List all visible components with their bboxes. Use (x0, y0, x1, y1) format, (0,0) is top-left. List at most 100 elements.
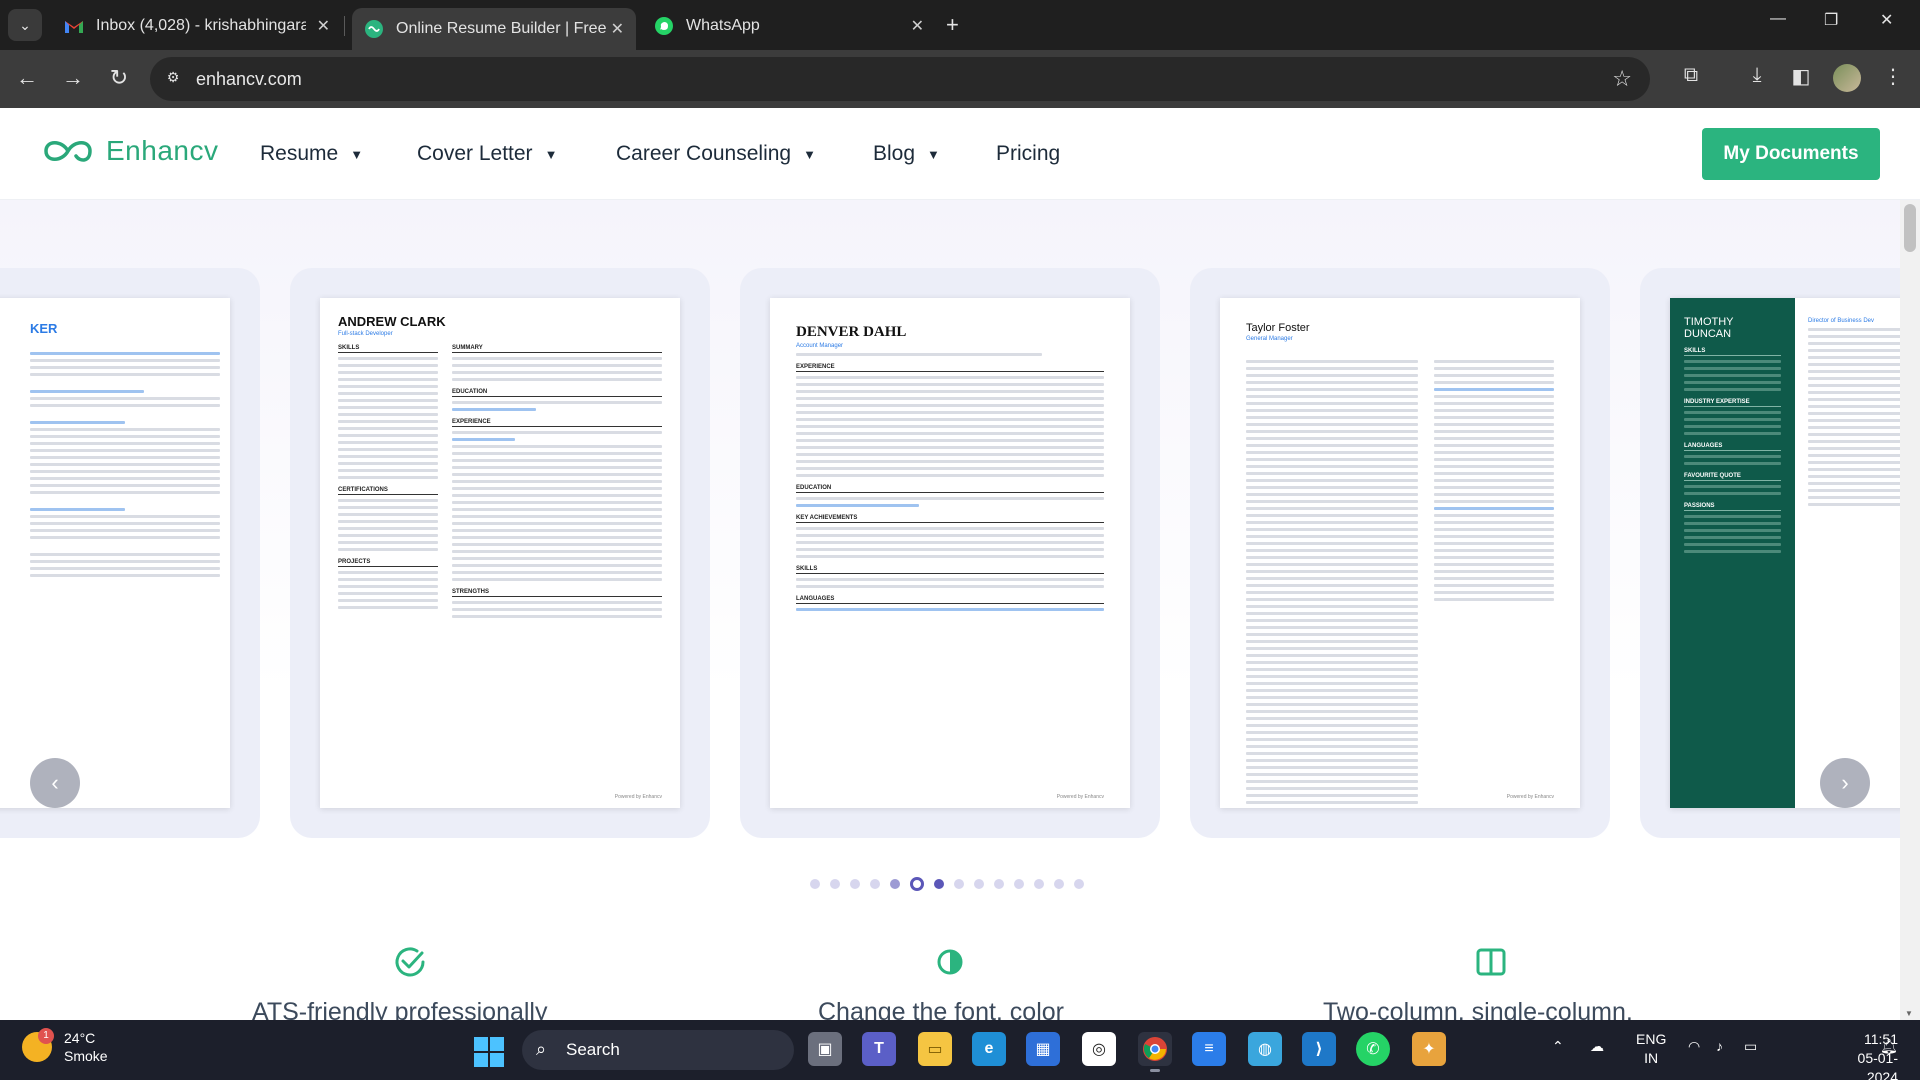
carousel-dot[interactable] (994, 879, 1004, 889)
carousel-dot[interactable] (870, 879, 880, 889)
tab-enhancv[interactable]: Online Resume Builder | Free Re ✕ (352, 8, 636, 50)
vscode-icon[interactable]: ⟩ (1302, 1032, 1336, 1066)
back-icon[interactable]: ← (12, 65, 42, 91)
carousel-prev-button[interactable]: ‹ (30, 758, 80, 808)
taskbar-search[interactable]: ⌕ Search (522, 1030, 794, 1070)
nav-career-counseling[interactable]: Career Counseling ▼ (616, 142, 816, 166)
resume-card[interactable]: KER (0, 268, 260, 838)
carousel-dot[interactable] (974, 879, 984, 889)
whatsapp-icon[interactable]: ✆ (1356, 1032, 1390, 1066)
weather-widget[interactable]: 1 24°C Smoke (22, 1028, 108, 1065)
carousel-dot[interactable] (850, 879, 860, 889)
resume-footer: Powered by Enhancv (1056, 794, 1104, 800)
resume-section-heading: SUMMARY (452, 345, 662, 353)
carousel-pagination (810, 877, 1094, 891)
carousel-dot[interactable] (1074, 879, 1084, 889)
my-documents-button[interactable]: My Documents (1702, 128, 1880, 180)
tab-gmail[interactable]: Inbox (4,028) - krishabhingarad ✕ (52, 8, 342, 44)
resume-footer: Powered by Enhancv (614, 794, 662, 800)
start-button[interactable] (474, 1037, 504, 1067)
reload-icon[interactable]: ↻ (104, 65, 134, 91)
enhancv-logo[interactable]: Enhancv (40, 135, 218, 167)
close-icon[interactable]: ✕ (317, 16, 330, 36)
more-menu-icon[interactable]: ⋮ (1878, 64, 1908, 89)
volume-icon[interactable]: ♪ (1716, 1038, 1723, 1054)
nav-blog[interactable]: Blog ▼ (873, 142, 940, 166)
app-icon[interactable]: ◎ (1082, 1032, 1116, 1066)
tab-search-button[interactable]: ⌄ (8, 9, 42, 41)
nav-resume[interactable]: Resume ▼ (260, 142, 363, 166)
resume-card[interactable]: Taylor Foster General Manager Powered by… (1190, 268, 1610, 838)
onedrive-icon[interactable]: ☁ (1590, 1038, 1604, 1055)
bookmark-star-icon[interactable]: ☆ (1612, 66, 1632, 92)
task-view-icon[interactable]: ▣ (808, 1032, 842, 1066)
weather-description: Smoke (64, 1048, 108, 1064)
carousel-dot[interactable] (954, 879, 964, 889)
enhancv-logo-icon (44, 141, 92, 162)
resume-carousel-section: KER ANDREW CLARK Full-stack Developer SK… (0, 200, 1920, 1020)
carousel-next-button[interactable]: › (1820, 758, 1870, 808)
tray-chevron-icon[interactable]: ⌃ (1552, 1038, 1564, 1055)
windows-taskbar: 1 24°C Smoke ⌕ Search ▣ T ▭ e ▦ ◎ ≡ ◍ ⟩ … (0, 1020, 1920, 1080)
battery-icon[interactable]: ▭ (1744, 1038, 1757, 1055)
teams-icon[interactable]: T (862, 1032, 896, 1066)
site-settings-icon[interactable]: ⚙ (162, 69, 184, 89)
resume-preview: DENVER DAHL Account Manager EXPERIENCE E… (770, 298, 1130, 808)
chevron-down-icon: ▼ (544, 146, 558, 162)
restore-icon[interactable]: ❐ (1824, 10, 1838, 30)
resume-preview: Taylor Foster General Manager Powered by… (1220, 298, 1580, 808)
resume-section-heading: CERTIFICATIONS (338, 487, 438, 495)
close-icon[interactable]: ✕ (911, 16, 924, 36)
resume-body (30, 348, 220, 577)
nav-pricing[interactable]: Pricing (996, 142, 1060, 166)
resume-section-heading: EXPERIENCE (452, 419, 662, 427)
side-panel-icon[interactable]: ◧ (1786, 64, 1816, 89)
resume-card[interactable]: TIMOTHY DUNCAN SKILLS INDUSTRY EXPERTISE… (1640, 268, 1920, 838)
carousel-dot[interactable] (1054, 879, 1064, 889)
resume-title: General Manager (1246, 336, 1293, 342)
scrollbar-thumb[interactable] (1904, 204, 1916, 252)
forward-icon[interactable]: → (58, 65, 88, 91)
resume-name: KER (30, 321, 58, 336)
profile-avatar[interactable] (1833, 64, 1861, 92)
carousel-dot[interactable] (830, 879, 840, 889)
notification-bell-icon[interactable]: 🔔︎ (1880, 1038, 1898, 1055)
language-indicator[interactable]: ENG IN (1636, 1030, 1666, 1068)
chrome-icon[interactable] (1138, 1032, 1172, 1072)
app-icon-2[interactable]: ◍ (1248, 1032, 1282, 1066)
file-explorer-icon[interactable]: ▭ (918, 1032, 952, 1066)
notepad-icon[interactable]: ≡ (1192, 1032, 1226, 1066)
page-scrollbar[interactable]: ▼ (1900, 200, 1920, 1020)
resume-section-heading: SKILLS (338, 345, 438, 353)
resume-section-heading: STRENGTHS (452, 589, 662, 597)
app-icon-3[interactable]: ✦ (1412, 1032, 1446, 1066)
carousel-dot[interactable] (810, 879, 820, 889)
new-tab-button[interactable]: + (946, 12, 959, 38)
carousel-dot-active[interactable] (910, 877, 924, 891)
resume-card[interactable]: DENVER DAHL Account Manager EXPERIENCE E… (740, 268, 1160, 838)
carousel-dot[interactable] (890, 879, 900, 889)
store-icon[interactable]: ▦ (1026, 1032, 1060, 1066)
download-icon[interactable]: ⤓ (1742, 64, 1772, 87)
wifi-icon[interactable]: ◠ (1688, 1038, 1700, 1055)
weather-temperature: 24°C (64, 1030, 96, 1046)
scroll-down-arrow[interactable]: ▼ (1905, 1009, 1913, 1018)
resume-preview: KER (0, 298, 230, 808)
close-icon[interactable]: ✕ (611, 19, 624, 39)
carousel-dot[interactable] (1014, 879, 1024, 889)
tab-title: WhatsApp (686, 17, 760, 34)
check-circle-icon (395, 947, 425, 977)
resume-card[interactable]: ANDREW CLARK Full-stack Developer SKILLS… (290, 268, 710, 838)
address-bar[interactable]: ⚙ enhancv.com ☆ (150, 57, 1650, 101)
tab-whatsapp[interactable]: WhatsApp ✕ (642, 8, 936, 44)
minimize-icon[interactable]: — (1770, 10, 1786, 28)
gmail-icon (64, 16, 84, 36)
extensions-icon[interactable]: ⧉ (1676, 64, 1706, 87)
nav-cover-letter[interactable]: Cover Letter ▼ (417, 142, 557, 166)
carousel-dot[interactable] (934, 879, 944, 889)
close-window-icon[interactable]: ✕ (1880, 10, 1893, 30)
carousel-dot[interactable] (1034, 879, 1044, 889)
edge-icon[interactable]: e (972, 1032, 1006, 1066)
resume-section-heading: LANGUAGES (1684, 443, 1781, 451)
weather-badge: 1 (38, 1028, 54, 1044)
